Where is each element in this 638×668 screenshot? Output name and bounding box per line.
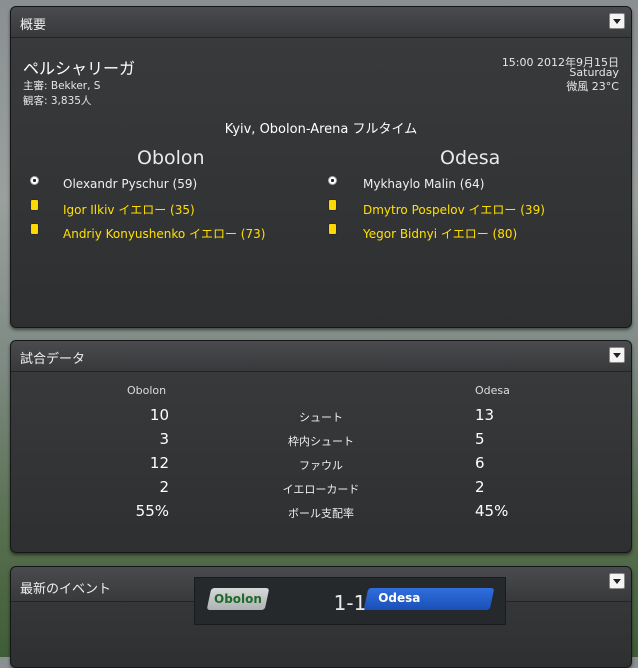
scoreboard: Obolon 1-1 Odesa <box>194 577 506 625</box>
match-stats-title: 試合データ <box>20 352 86 367</box>
latest-events-panel: 最新のイベント Obolon 1-1 Odesa <box>10 566 632 668</box>
match-stats-panel: 試合データ Obolon Odesa 10 シュート 13 3 枠内シュート 5… <box>10 340 632 553</box>
home-event-goal: Olexandr Pyschur (59) <box>63 177 198 191</box>
away-team-name: Odesa <box>440 147 501 169</box>
stat-away-value: 13 <box>475 406 495 424</box>
match-stats-header: 試合データ <box>11 341 631 372</box>
stat-row: 3 枠内シュート 5 <box>11 430 631 454</box>
stat-label: イエローカード <box>282 483 360 496</box>
referee: 主審: Bekker, S <box>23 80 101 92</box>
goal-ball-icon <box>30 176 39 187</box>
chevron-down-icon <box>613 352 621 358</box>
stat-away-value: 5 <box>475 430 485 448</box>
latest-events-title: 最新のイベント <box>20 582 112 597</box>
stat-label: ボール支配率 <box>288 507 354 520</box>
home-team-name: Obolon <box>137 147 205 169</box>
stat-row: 10 シュート 13 <box>11 406 631 430</box>
home-event-card-2[interactable]: Andriy Konyushenko イエロー (73) <box>63 225 265 242</box>
overview-collapse-button[interactable] <box>609 13 625 29</box>
stats-away-team: Odesa <box>475 384 510 397</box>
weather: 微風 23°C <box>566 80 619 93</box>
attendance: 観客: 3,835人 <box>23 95 92 107</box>
away-event-card-1[interactable]: Dmytro Pospelov イエロー (39) <box>363 201 545 218</box>
match-stats-collapse-button[interactable] <box>609 347 625 363</box>
chevron-down-icon <box>613 578 621 584</box>
away-event-card-2[interactable]: Yegor Bidnyi イエロー (80) <box>363 225 517 242</box>
away-team-badge[interactable]: Odesa <box>363 588 495 610</box>
chevron-down-icon <box>613 18 621 24</box>
stat-away-value: 2 <box>475 478 485 496</box>
overview-panel-header: 概要 <box>11 7 631 38</box>
venue-status: Kyiv, Obolon-Arena フルタイム <box>224 122 418 137</box>
yellow-card-icon <box>329 200 338 211</box>
stat-row: 12 ファウル 6 <box>11 454 631 478</box>
stat-label: ファウル <box>299 459 343 472</box>
stat-away-value: 6 <box>475 454 485 472</box>
stat-row: 2 イエローカード 2 <box>11 478 631 502</box>
latest-events-collapse-button[interactable] <box>609 573 625 589</box>
yellow-card-icon <box>329 224 338 235</box>
goal-ball-icon <box>328 176 337 187</box>
yellow-card-icon <box>31 200 40 211</box>
yellow-card-icon <box>31 224 40 235</box>
stat-label: 枠内シュート <box>288 435 354 448</box>
stat-row: 55% ボール支配率 45% <box>11 502 631 526</box>
stat-away-value: 45% <box>475 502 509 520</box>
away-event-goal: Mykhaylo Malin (64) <box>363 177 485 191</box>
stats-home-team: Obolon <box>127 384 167 397</box>
away-team-badge-label: Odesa <box>378 591 421 605</box>
overview-title: 概要 <box>20 18 47 33</box>
overview-panel: 概要 ペルシャリーガ 主審: Bekker, S 観客: 3,835人 15:0… <box>10 6 632 328</box>
league-name: ペルシャリーガ <box>23 59 136 78</box>
stat-label: シュート <box>299 411 343 424</box>
home-event-card-1[interactable]: Igor Ilkiv イエロー (35) <box>63 201 195 218</box>
